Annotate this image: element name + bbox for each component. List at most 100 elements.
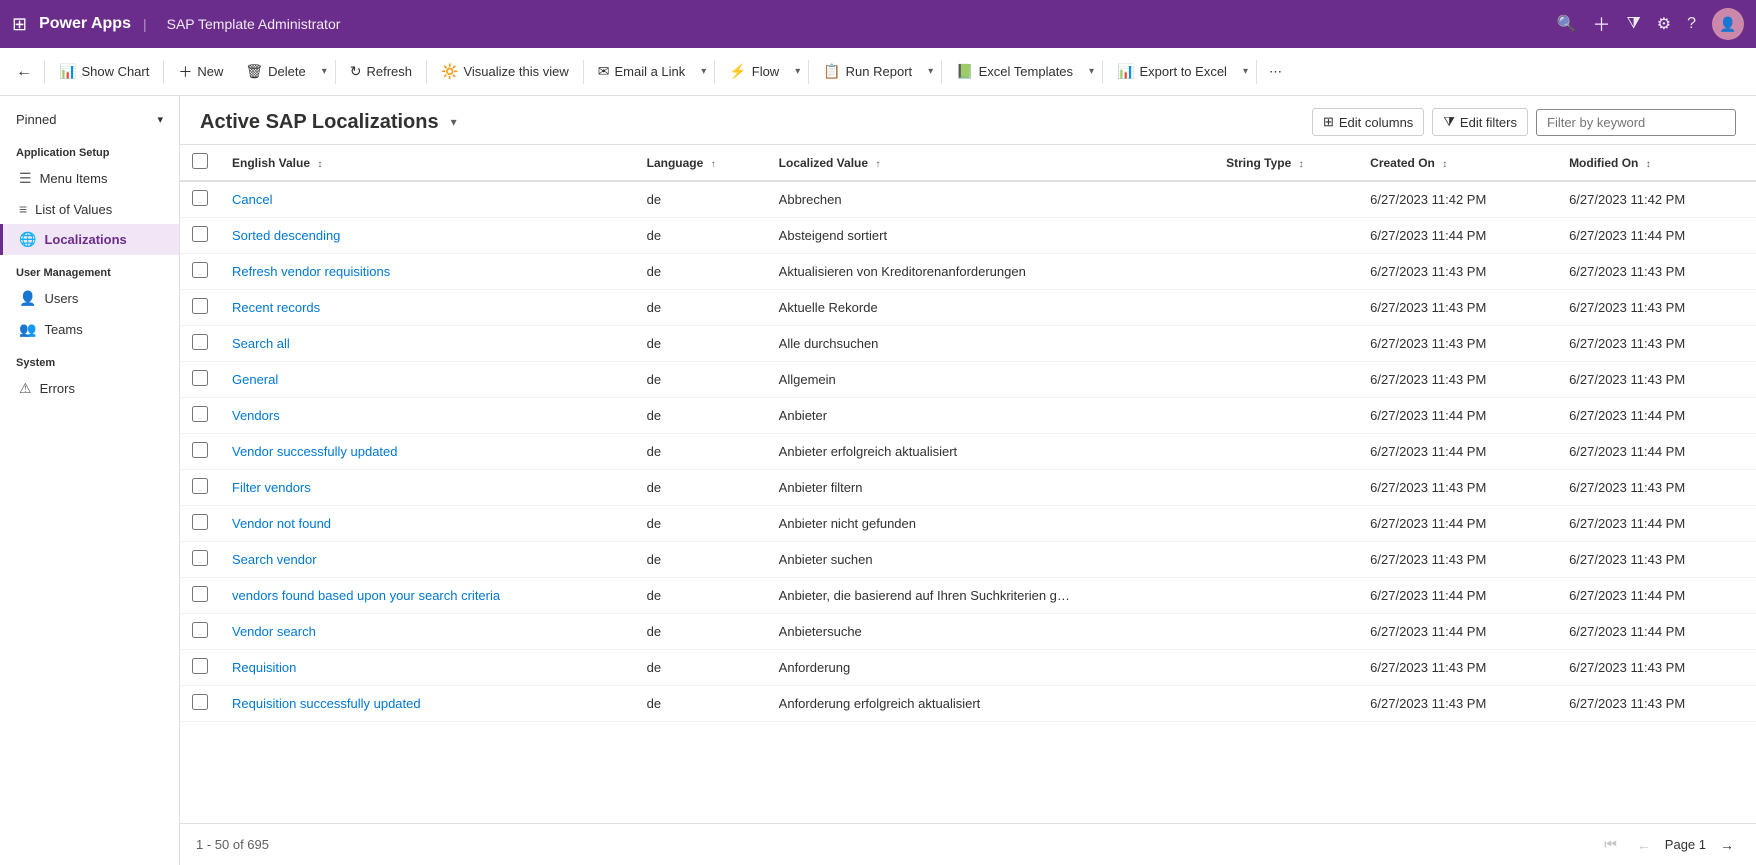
row-checkbox[interactable] xyxy=(192,298,208,314)
row-checkbox-cell[interactable] xyxy=(180,650,220,686)
select-all-col[interactable] xyxy=(180,145,220,181)
row-checkbox-cell[interactable] xyxy=(180,254,220,290)
row-checkbox-cell[interactable] xyxy=(180,506,220,542)
delete-chevron[interactable]: ▾ xyxy=(318,61,331,82)
row-checkbox[interactable] xyxy=(192,478,208,494)
select-all-checkbox[interactable] xyxy=(192,153,208,169)
row-checkbox-cell[interactable] xyxy=(180,578,220,614)
row-checkbox[interactable] xyxy=(192,334,208,350)
row-checkbox-cell[interactable] xyxy=(180,218,220,254)
edit-filters-button[interactable]: ⧩ Edit filters xyxy=(1432,108,1528,136)
cell-english-value[interactable]: vendors found based upon your search cri… xyxy=(220,578,635,614)
row-checkbox[interactable] xyxy=(192,586,208,602)
excel-templates-chevron[interactable]: ▾ xyxy=(1085,61,1098,82)
flow-chevron[interactable]: ▾ xyxy=(791,61,804,82)
run-report-button[interactable]: 📋 Run Report xyxy=(813,58,922,85)
cell-created-on: 6/27/2023 11:44 PM xyxy=(1358,434,1557,470)
col-english-value[interactable]: English Value ↕ xyxy=(220,145,635,181)
export-excel-button[interactable]: 📊 Export to Excel xyxy=(1107,58,1237,85)
sep10 xyxy=(1256,60,1257,84)
col-localized-value[interactable]: Localized Value ↑ xyxy=(767,145,1214,181)
row-checkbox[interactable] xyxy=(192,190,208,206)
cell-english-value[interactable]: Vendor search xyxy=(220,614,635,650)
next-page-button[interactable]: → xyxy=(1714,833,1740,857)
sidebar-item-localizations[interactable]: 🌐 Localizations xyxy=(0,224,179,255)
grid-icon[interactable]: ⊞ xyxy=(12,14,27,35)
cell-english-value[interactable]: Requisition successfully updated xyxy=(220,686,635,722)
filter-by-keyword-input[interactable] xyxy=(1536,109,1736,136)
sidebar-item-teams[interactable]: 👥 Teams xyxy=(0,314,179,345)
filter-icon[interactable]: ⧩ xyxy=(1626,15,1640,33)
more-icon: ⋯ xyxy=(1269,64,1282,80)
email-button[interactable]: ✉ Email a Link xyxy=(588,58,696,85)
more-button[interactable]: ⋯ xyxy=(1261,59,1290,85)
sidebar-item-users[interactable]: 👤 Users xyxy=(0,283,179,314)
show-chart-button[interactable]: 📊 Show Chart xyxy=(49,58,159,85)
row-checkbox[interactable] xyxy=(192,262,208,278)
prev-page-button[interactable]: ← xyxy=(1631,833,1657,857)
visualize-button[interactable]: 🔆 Visualize this view xyxy=(431,58,579,85)
cell-modified-on: 6/27/2023 11:42 PM xyxy=(1557,181,1756,218)
add-icon[interactable]: ＋ xyxy=(1592,11,1610,37)
sidebar-item-menu-items[interactable]: ☰ Menu Items xyxy=(0,163,179,194)
avatar[interactable]: 👤 xyxy=(1712,8,1744,40)
row-checkbox-cell[interactable] xyxy=(180,470,220,506)
help-icon[interactable]: ? xyxy=(1687,15,1696,33)
delete-button[interactable]: 🗑 Delete xyxy=(235,58,315,85)
col-string-type[interactable]: String Type ↕ xyxy=(1214,145,1358,181)
view-title-chevron-icon[interactable]: ▾ xyxy=(451,115,457,129)
search-icon[interactable]: 🔍 xyxy=(1557,14,1577,34)
sidebar-item-errors[interactable]: ⚠ Errors xyxy=(0,373,179,404)
cell-english-value[interactable]: Recent records xyxy=(220,290,635,326)
row-checkbox-cell[interactable] xyxy=(180,614,220,650)
cell-english-value[interactable]: Vendors xyxy=(220,398,635,434)
row-checkbox-cell[interactable] xyxy=(180,434,220,470)
row-checkbox-cell[interactable] xyxy=(180,398,220,434)
row-checkbox-cell[interactable] xyxy=(180,290,220,326)
row-checkbox[interactable] xyxy=(192,406,208,422)
row-checkbox[interactable] xyxy=(192,226,208,242)
row-checkbox-cell[interactable] xyxy=(180,181,220,218)
row-checkbox[interactable] xyxy=(192,658,208,674)
back-button[interactable]: ← xyxy=(8,57,40,87)
cell-localized-value: Alle durchsuchen xyxy=(767,326,1214,362)
cell-english-value[interactable]: Filter vendors xyxy=(220,470,635,506)
email-chevron[interactable]: ▾ xyxy=(697,61,710,82)
excel-templates-button[interactable]: 📗 Excel Templates xyxy=(946,58,1083,85)
cell-english-value[interactable]: Sorted descending xyxy=(220,218,635,254)
row-checkbox-cell[interactable] xyxy=(180,362,220,398)
cell-english-value[interactable]: Vendor successfully updated xyxy=(220,434,635,470)
cell-string-type xyxy=(1214,542,1358,578)
edit-columns-button[interactable]: ⊞ Edit columns xyxy=(1312,108,1424,136)
sidebar-toggle[interactable]: Pinned ▾ xyxy=(0,104,179,135)
row-checkbox[interactable] xyxy=(192,514,208,530)
cell-english-value[interactable]: Requisition xyxy=(220,650,635,686)
first-page-button[interactable]: ⏮ xyxy=(1598,832,1623,857)
cell-english-value[interactable]: General xyxy=(220,362,635,398)
cell-english-value[interactable]: Vendor not found xyxy=(220,506,635,542)
row-checkbox-cell[interactable] xyxy=(180,686,220,722)
refresh-button[interactable]: ↻ Refresh xyxy=(340,58,422,85)
new-button[interactable]: ＋ New xyxy=(168,57,233,87)
row-checkbox[interactable] xyxy=(192,370,208,386)
row-checkbox[interactable] xyxy=(192,442,208,458)
cell-english-value[interactable]: Cancel xyxy=(220,181,635,218)
cell-english-value[interactable]: Refresh vendor requisitions xyxy=(220,254,635,290)
cell-language: de xyxy=(635,254,767,290)
run-report-chevron[interactable]: ▾ xyxy=(924,61,937,82)
settings-icon[interactable]: ⚙ xyxy=(1657,14,1671,34)
row-checkbox[interactable] xyxy=(192,550,208,566)
row-checkbox-cell[interactable] xyxy=(180,326,220,362)
row-checkbox[interactable] xyxy=(192,622,208,638)
sidebar-item-list-of-values[interactable]: ≡ List of Values xyxy=(0,194,179,224)
row-checkbox-cell[interactable] xyxy=(180,542,220,578)
export-excel-chevron[interactable]: ▾ xyxy=(1239,61,1252,82)
flow-button[interactable]: ⚡ Flow xyxy=(719,58,789,85)
cell-english-value[interactable]: Search vendor xyxy=(220,542,635,578)
col-language[interactable]: Language ↑ xyxy=(635,145,767,181)
col-modified-on[interactable]: Modified On ↕ xyxy=(1557,145,1756,181)
data-table-container: English Value ↕ Language ↑ Localized Val… xyxy=(180,145,1756,823)
row-checkbox[interactable] xyxy=(192,694,208,710)
cell-english-value[interactable]: Search all xyxy=(220,326,635,362)
col-created-on[interactable]: Created On ↕ xyxy=(1358,145,1557,181)
